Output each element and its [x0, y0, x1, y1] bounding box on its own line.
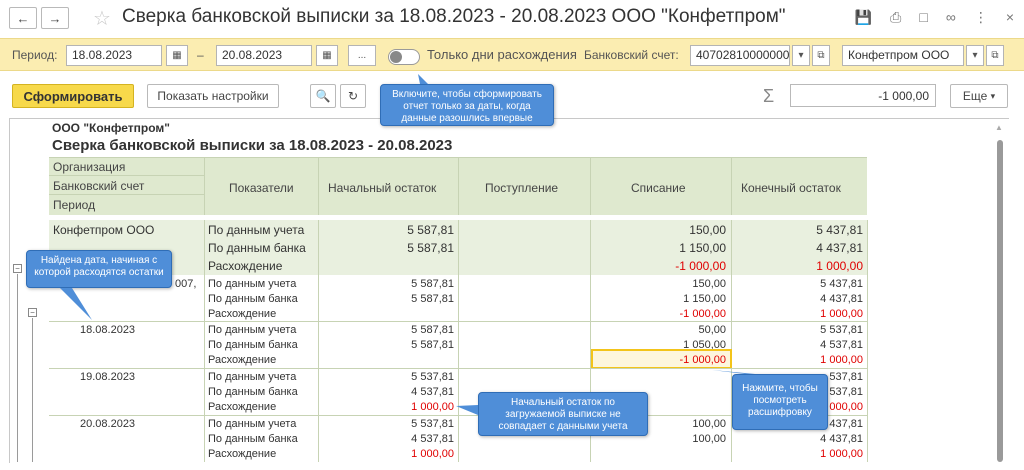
click-detail-pointer: [712, 370, 755, 374]
toggle-hint-pointer: [418, 74, 428, 84]
date-found-pointer: [60, 288, 92, 320]
callout-pointers: [60, 74, 755, 415]
opening-mismatch-pointer: [456, 405, 478, 415]
